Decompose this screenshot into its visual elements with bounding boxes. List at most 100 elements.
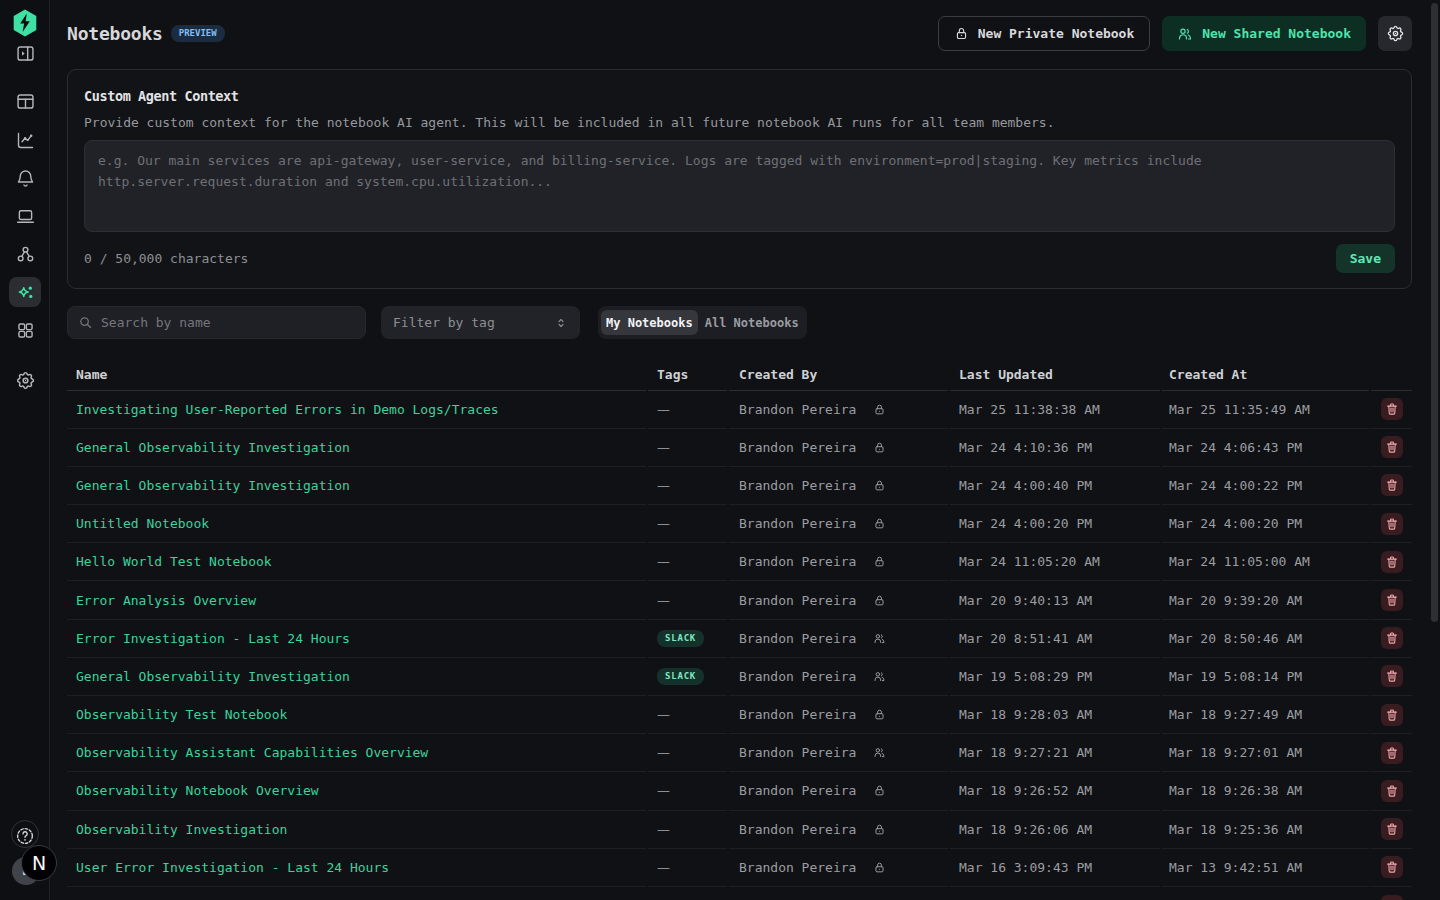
delete-notebook-button[interactable] (1381, 513, 1403, 535)
tag-empty-dash: — (657, 860, 670, 875)
custom-agent-context-card: Custom Agent Context Provide custom cont… (67, 69, 1412, 289)
context-card-title: Custom Agent Context (84, 88, 1395, 104)
created-at-cell: Mar 25 11:35:49 AM (1169, 390, 1347, 428)
delete-notebook-button[interactable] (1381, 704, 1403, 726)
sidebar-item-bell[interactable] (9, 163, 41, 193)
notebook-settings-button[interactable] (1378, 16, 1412, 51)
new-shared-notebook-button[interactable]: New Shared Notebook (1162, 16, 1366, 51)
lock-icon (873, 403, 886, 416)
column-header-last-updated[interactable]: Last Updated (959, 359, 1169, 390)
vertical-scrollbar-thumb[interactable] (1431, 3, 1438, 622)
notebook-name-link[interactable]: Observability Test Notebook (76, 707, 287, 722)
sidebar-item-gear[interactable] (9, 365, 41, 395)
creator-name: Brandon Pereira (739, 516, 856, 531)
table-icon (15, 91, 36, 112)
last-updated-cell: Mar 19 5:08:29 PM (959, 657, 1169, 695)
last-updated-cell: Mar 24 11:05:20 AM (959, 543, 1169, 581)
delete-notebook-button[interactable] (1381, 818, 1403, 840)
tab-all-notebooks[interactable]: All Notebooks (700, 310, 804, 335)
delete-notebook-button[interactable] (1381, 474, 1403, 496)
table-row[interactable]: User Error Investigation - Last 24 Hours… (67, 848, 1412, 886)
delete-notebook-button[interactable] (1381, 589, 1403, 611)
last-updated-cell: Mar 25 11:38:38 AM (959, 390, 1169, 428)
table-row[interactable]: Observability Notebook Overview — Brando… (67, 772, 1412, 810)
notebook-name-link[interactable]: General Observability Investigation (76, 440, 350, 455)
sidebar-item-chart-scatter[interactable] (9, 125, 41, 155)
notebook-name-link[interactable]: Untitled Notebook (76, 516, 209, 531)
agent-context-textarea[interactable] (84, 140, 1395, 232)
delete-notebook-button[interactable] (1381, 665, 1403, 687)
notebook-name-link[interactable]: General Observability Investigation (76, 669, 350, 684)
app-logo hexagon-bolt-logo-icon[interactable] (12, 9, 38, 37)
last-updated-cell: Mar 24 4:00:20 PM (959, 505, 1169, 543)
table-row[interactable]: Observability Investigation — Brandon Pe… (67, 810, 1412, 848)
notebook-name-link[interactable]: Error Analysis Overview (76, 593, 256, 608)
tab-my-notebooks[interactable]: My Notebooks (601, 310, 698, 335)
tag-filter-select[interactable]: Filter by tag (381, 306, 580, 339)
chart-scatter-icon (15, 130, 36, 151)
sparkles-icon (15, 282, 36, 303)
tag-empty-dash: — (657, 707, 670, 722)
delete-notebook-button[interactable] (1381, 895, 1403, 900)
notebook-name-link[interactable]: General Observability Investigation (76, 478, 350, 493)
tag-filter-value: Filter by tag (393, 315, 495, 330)
table-row[interactable]: Hello World Test Notebook — Brandon Pere… (67, 543, 1412, 581)
notebook-name-link[interactable]: Observability Assistant Capabilities Ove… (76, 745, 428, 760)
sidebar-item-laptop[interactable] (9, 201, 41, 231)
notebook-name-link[interactable]: Error Investigation - Last 24 Hours (76, 631, 350, 646)
table-row[interactable]: Error Analysis Overview — Brandon Pereir… (67, 581, 1412, 619)
help-button[interactable] (11, 820, 39, 848)
tag-empty-dash: — (657, 440, 670, 455)
notebook-name-link[interactable]: User Error Investigation - Last 24 Hours (76, 860, 389, 875)
search-input[interactable] (101, 315, 355, 330)
trash-icon (1385, 593, 1399, 607)
laptop-icon (15, 206, 36, 227)
sidebar-item-sparkles[interactable] (9, 277, 41, 307)
notebooks-scope-tabs: My NotebooksAll Notebooks (598, 306, 807, 339)
table-row[interactable]: General Observability Investigation — Br… (67, 428, 1412, 466)
table-row[interactable]: — Brandon Pereira (67, 886, 1412, 900)
main-area: Notebooks PREVIEW New Private Notebook N… (50, 0, 1440, 900)
column-header-name[interactable]: Name (67, 359, 657, 390)
page-content: Notebooks PREVIEW New Private Notebook N… (67, 0, 1412, 900)
notebook-name-link[interactable]: Hello World Test Notebook (76, 554, 272, 569)
sidebar-item-panel-right[interactable] (9, 38, 41, 68)
created-at-cell: Mar 24 11:05:00 AM (1169, 543, 1347, 581)
lock-icon (873, 555, 886, 568)
header-actions: New Private Notebook New Shared Notebook (938, 16, 1412, 51)
lock-icon (873, 594, 886, 607)
save-button[interactable]: Save (1336, 244, 1395, 273)
creator-name: Brandon Pereira (739, 631, 856, 646)
sidebar-item-cluster[interactable] (9, 239, 41, 269)
table-row[interactable]: General Observability Investigation SLAC… (67, 657, 1412, 695)
delete-notebook-button[interactable] (1381, 398, 1403, 420)
table-row[interactable]: Observability Test Notebook — Brandon Pe… (67, 696, 1412, 734)
notebook-name-link[interactable]: Investigating User-Reported Errors in De… (76, 402, 499, 417)
table-row[interactable]: Untitled Notebook — Brandon Pereira Mar … (67, 505, 1412, 543)
lock-icon (873, 517, 886, 530)
sidebar-item-apps-grid[interactable] (9, 315, 41, 345)
table-row[interactable]: Error Investigation - Last 24 Hours SLAC… (67, 619, 1412, 657)
table-row[interactable]: Observability Assistant Capabilities Ove… (67, 734, 1412, 772)
last-updated-cell: Mar 18 9:27:21 AM (959, 734, 1169, 772)
new-private-notebook-button[interactable]: New Private Notebook (938, 16, 1151, 51)
table-row[interactable]: Investigating User-Reported Errors in De… (67, 390, 1412, 428)
notebook-name-link[interactable]: Observability Notebook Overview (76, 783, 319, 798)
created-at-cell: Mar 18 9:27:01 AM (1169, 734, 1347, 772)
tag-empty-dash: — (657, 554, 670, 569)
delete-notebook-button[interactable] (1381, 551, 1403, 573)
column-header-actions (1347, 359, 1412, 390)
table-row[interactable]: General Observability Investigation — Br… (67, 466, 1412, 504)
delete-notebook-button[interactable] (1381, 627, 1403, 649)
search-box[interactable] (67, 306, 366, 339)
sidebar-item-table[interactable] (9, 86, 41, 116)
column-header-created-at[interactable]: Created At (1169, 359, 1347, 390)
delete-notebook-button[interactable] (1381, 436, 1403, 458)
avatar-front-initial: N (32, 852, 46, 874)
delete-notebook-button[interactable] (1381, 856, 1403, 878)
delete-notebook-button[interactable] (1381, 742, 1403, 764)
column-header-tags[interactable]: Tags (657, 359, 739, 390)
delete-notebook-button[interactable] (1381, 780, 1403, 802)
column-header-created-by[interactable]: Created By (739, 359, 959, 390)
notebook-name-link[interactable]: Observability Investigation (76, 822, 287, 837)
